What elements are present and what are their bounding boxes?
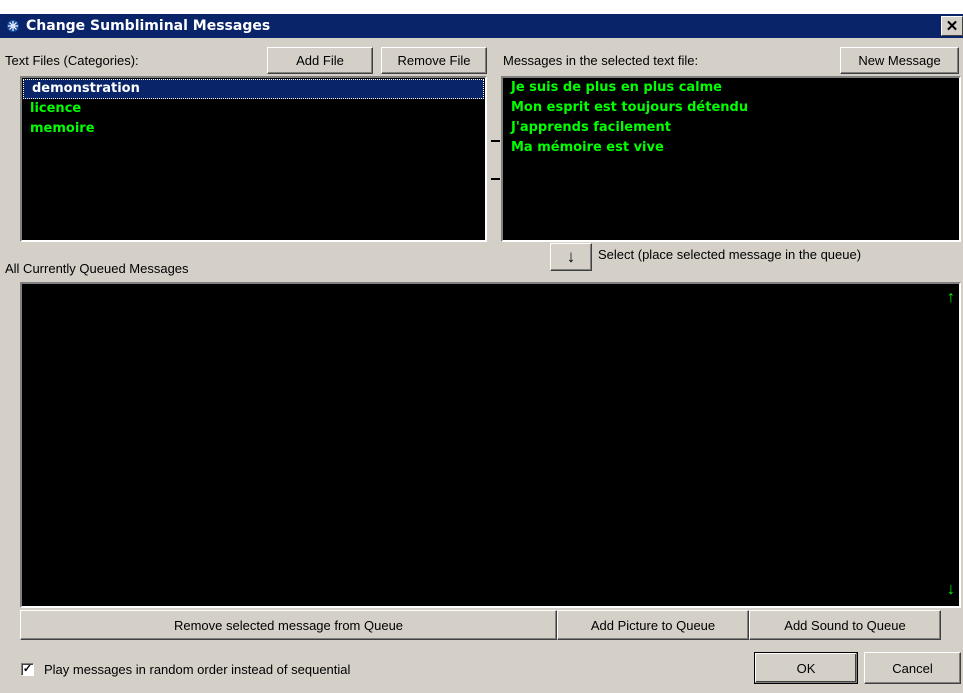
message-item[interactable]: Je suis de plus en plus calme — [503, 78, 959, 98]
add-picture-button[interactable]: Add Picture to Queue — [557, 610, 749, 640]
add-file-button[interactable]: Add File — [267, 47, 373, 74]
queue-label: All Currently Queued Messages — [5, 261, 189, 276]
title-bar[interactable]: Change Sumbliminal Messages ✕ — [0, 14, 963, 38]
splitter-mark-lower — [491, 178, 500, 180]
files-listbox[interactable]: demonstration licence memoire — [20, 76, 487, 242]
splitter-mark-upper — [491, 140, 500, 142]
file-item-memoire[interactable]: memoire — [22, 119, 485, 139]
file-item-demonstration[interactable]: demonstration — [23, 79, 484, 99]
remove-file-button[interactable]: Remove File — [381, 47, 487, 74]
select-arrow-button[interactable]: ↓ — [550, 243, 592, 271]
random-order-label[interactable]: Play messages in random order instead of… — [44, 662, 350, 677]
new-message-button[interactable]: New Message — [840, 47, 959, 74]
remove-from-queue-button[interactable]: Remove selected message from Queue — [20, 610, 557, 640]
cancel-button[interactable]: Cancel — [864, 652, 961, 684]
desktop-strip — [0, 0, 963, 14]
arrow-down-icon: ↓ — [566, 247, 576, 266]
message-item[interactable]: Mon esprit est toujours détendu — [503, 98, 959, 118]
checkmark-icon: ✓ — [22, 663, 33, 675]
app-icon — [5, 18, 21, 34]
message-item[interactable]: J'apprends facilement — [503, 118, 959, 138]
random-order-checkbox[interactable]: ✓ — [21, 663, 34, 676]
dialog-window: Change Sumbliminal Messages ✕ Text Files… — [0, 0, 963, 693]
messages-label: Messages in the selected text file: — [503, 53, 699, 68]
queue-listbox[interactable] — [20, 282, 961, 608]
add-sound-button[interactable]: Add Sound to Queue — [749, 610, 941, 640]
files-label: Text Files (Categories): — [5, 53, 139, 68]
close-button[interactable]: ✕ — [941, 16, 963, 36]
messages-listbox[interactable]: Je suis de plus en plus calme Mon esprit… — [501, 76, 961, 242]
file-item-licence[interactable]: licence — [22, 99, 485, 119]
window-title: Change Sumbliminal Messages — [26, 18, 271, 34]
close-icon: ✕ — [945, 18, 959, 35]
scroll-down-icon[interactable]: ↓ — [947, 582, 955, 598]
scroll-up-icon[interactable]: ↑ — [947, 290, 955, 306]
message-item[interactable]: Ma mémoire est vive — [503, 138, 959, 158]
select-label[interactable]: Select (place selected message in the qu… — [598, 247, 861, 262]
ok-button[interactable]: OK — [754, 652, 858, 684]
